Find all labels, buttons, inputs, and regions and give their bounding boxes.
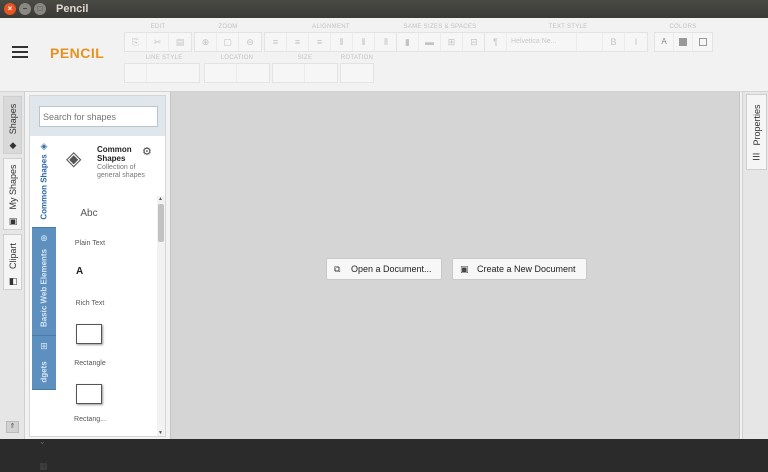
apps-grid-icon[interactable]: ▦: [39, 461, 48, 472]
app-window: { "window": { "title": "Pencil", "contro…: [0, 0, 768, 471]
search-input[interactable]: [39, 106, 158, 127]
font-family-select[interactable]: Helvetica Ne...: [507, 33, 577, 51]
shape-item-rectangle-2[interactable]: Rectang...: [60, 378, 156, 438]
text-format-icon[interactable]: ¶: [485, 33, 507, 51]
my-shapes-icon: ▣: [8, 216, 18, 226]
shape-label: Plain Text: [74, 240, 106, 247]
size-width-field[interactable]: [273, 64, 305, 82]
clipart-icon: ◧: [8, 276, 18, 286]
shape-preview: A: [76, 266, 84, 277]
tab-properties[interactable]: Properties ☰: [746, 94, 767, 170]
shape-label: Rectang...: [74, 416, 106, 423]
tab-clipart[interactable]: Clipart ◧: [3, 234, 22, 290]
collection-header: ◈ Common Shapes Collection of general sh…: [64, 142, 162, 192]
fill-color-icon[interactable]: [674, 33, 693, 51]
copy-icon[interactable]: ⎘: [125, 33, 147, 51]
shape-preview: Abc: [80, 208, 98, 219]
gear-icon[interactable]: ⚙: [142, 145, 152, 158]
maximize-icon[interactable]: □: [34, 3, 46, 15]
scroll-thumb[interactable]: [158, 204, 164, 242]
search-bar: [30, 96, 165, 136]
text-color-icon[interactable]: A: [655, 33, 674, 51]
rotation-field[interactable]: [341, 64, 373, 82]
align-center-icon[interactable]: ≡: [287, 33, 309, 51]
shapes-panel: ◈ Common Shapes ⊕ Basic Web Elements ⊞ d…: [29, 95, 166, 471]
location-y-field[interactable]: [237, 64, 269, 82]
shapes-icon: ◆: [9, 140, 17, 150]
collection-title: Common Shapes: [97, 145, 132, 163]
tab-my-shapes[interactable]: My Shapes ▣: [3, 158, 22, 230]
font-size-field[interactable]: [577, 33, 603, 51]
align-left-icon[interactable]: ≡: [265, 33, 287, 51]
collection-tabs: ◈ Common Shapes ⊕ Basic Web Elements ⊞ d…: [30, 136, 56, 471]
pin-icon[interactable]: ⇑: [6, 421, 19, 433]
close-icon[interactable]: ×: [4, 3, 16, 15]
create-document-button[interactable]: ▣ Create a New Document: [452, 258, 587, 280]
canvas-area: ⧉ Open a Document... ▣ Create a New Docu…: [170, 92, 740, 439]
align-middle-icon[interactable]: ⫴: [353, 33, 375, 51]
scroll-up-icon[interactable]: ▲: [158, 196, 163, 202]
zoom-in-icon[interactable]: ⊕: [195, 33, 217, 51]
left-sidebar-tabs: Shapes ◆ My Shapes ▣ Clipart ◧ ⇑: [0, 92, 25, 439]
layers-icon: ◈: [40, 141, 48, 151]
location-x-field[interactable]: [205, 64, 237, 82]
app-logo: PENCIL: [50, 45, 105, 61]
same-width-icon[interactable]: ▮: [397, 33, 419, 51]
shape-label: Rectangle: [74, 360, 106, 367]
size-height-field[interactable]: [305, 64, 337, 82]
shape-preview: [76, 324, 102, 344]
stroke-color-icon[interactable]: [693, 33, 712, 51]
minimize-icon[interactable]: –: [19, 3, 31, 15]
new-document-icon: ▣: [460, 264, 469, 274]
v-space-icon[interactable]: ⊟: [463, 33, 485, 51]
tab-common-shapes[interactable]: ◈ Common Shapes: [32, 136, 56, 228]
hamburger-menu-icon[interactable]: [12, 46, 28, 58]
shape-preview: [76, 384, 102, 404]
tab-widgets[interactable]: ⊞ dgets: [32, 336, 56, 390]
zoom-reset-icon[interactable]: ▢: [217, 33, 239, 51]
collection-description: Collection of general shapes: [97, 164, 145, 179]
toolbar-header: PENCIL EDIT ⎘ ✂ ▤ ZOOM ⊕ ▢ ⊖ ALIGNMENT ≡…: [0, 18, 768, 92]
tab-shapes[interactable]: Shapes ◆: [3, 96, 22, 154]
globe-icon: ⊕: [40, 233, 48, 243]
align-bottom-icon[interactable]: ⫴: [375, 33, 397, 51]
scroll-down-icon[interactable]: ▼: [158, 430, 163, 436]
paste-icon[interactable]: ▤: [169, 33, 191, 51]
shape-item-rich-text[interactable]: A Rich Text: [60, 258, 156, 318]
sliders-icon: ☰: [752, 152, 761, 162]
tab-basic-web-elements[interactable]: ⊕ Basic Web Elements: [32, 228, 56, 336]
title-bar: × – □ Pencil: [0, 0, 768, 18]
shapes-scrollbar[interactable]: ▲ ▼: [157, 196, 165, 436]
line-width-field[interactable]: [125, 64, 147, 82]
shape-item-plain-text[interactable]: Abc Plain Text: [60, 198, 156, 258]
bold-icon[interactable]: B: [603, 33, 625, 51]
right-sidebar-tabs: Properties ☰: [742, 92, 768, 439]
open-document-button[interactable]: ⧉ Open a Document...: [326, 258, 442, 280]
align-top-icon[interactable]: ⫴: [331, 33, 353, 51]
collection-stack-icon: ◈: [66, 148, 82, 170]
same-height-icon[interactable]: ▬: [419, 33, 441, 51]
widget-grid-icon: ⊞: [40, 341, 48, 351]
italic-icon[interactable]: I: [625, 33, 647, 51]
cut-icon[interactable]: ✂: [147, 33, 169, 51]
open-document-icon: ⧉: [334, 264, 341, 274]
line-style-select[interactable]: [147, 64, 199, 82]
shape-label: Rich Text: [75, 300, 105, 307]
align-right-icon[interactable]: ≡: [309, 33, 331, 51]
shape-item-rectangle[interactable]: Rectangle: [60, 318, 156, 378]
h-space-icon[interactable]: ⊞: [441, 33, 463, 51]
zoom-out-icon[interactable]: ⊖: [239, 33, 261, 51]
chevron-down-icon[interactable]: ⌄: [39, 437, 46, 446]
window-title: Pencil: [56, 3, 89, 15]
